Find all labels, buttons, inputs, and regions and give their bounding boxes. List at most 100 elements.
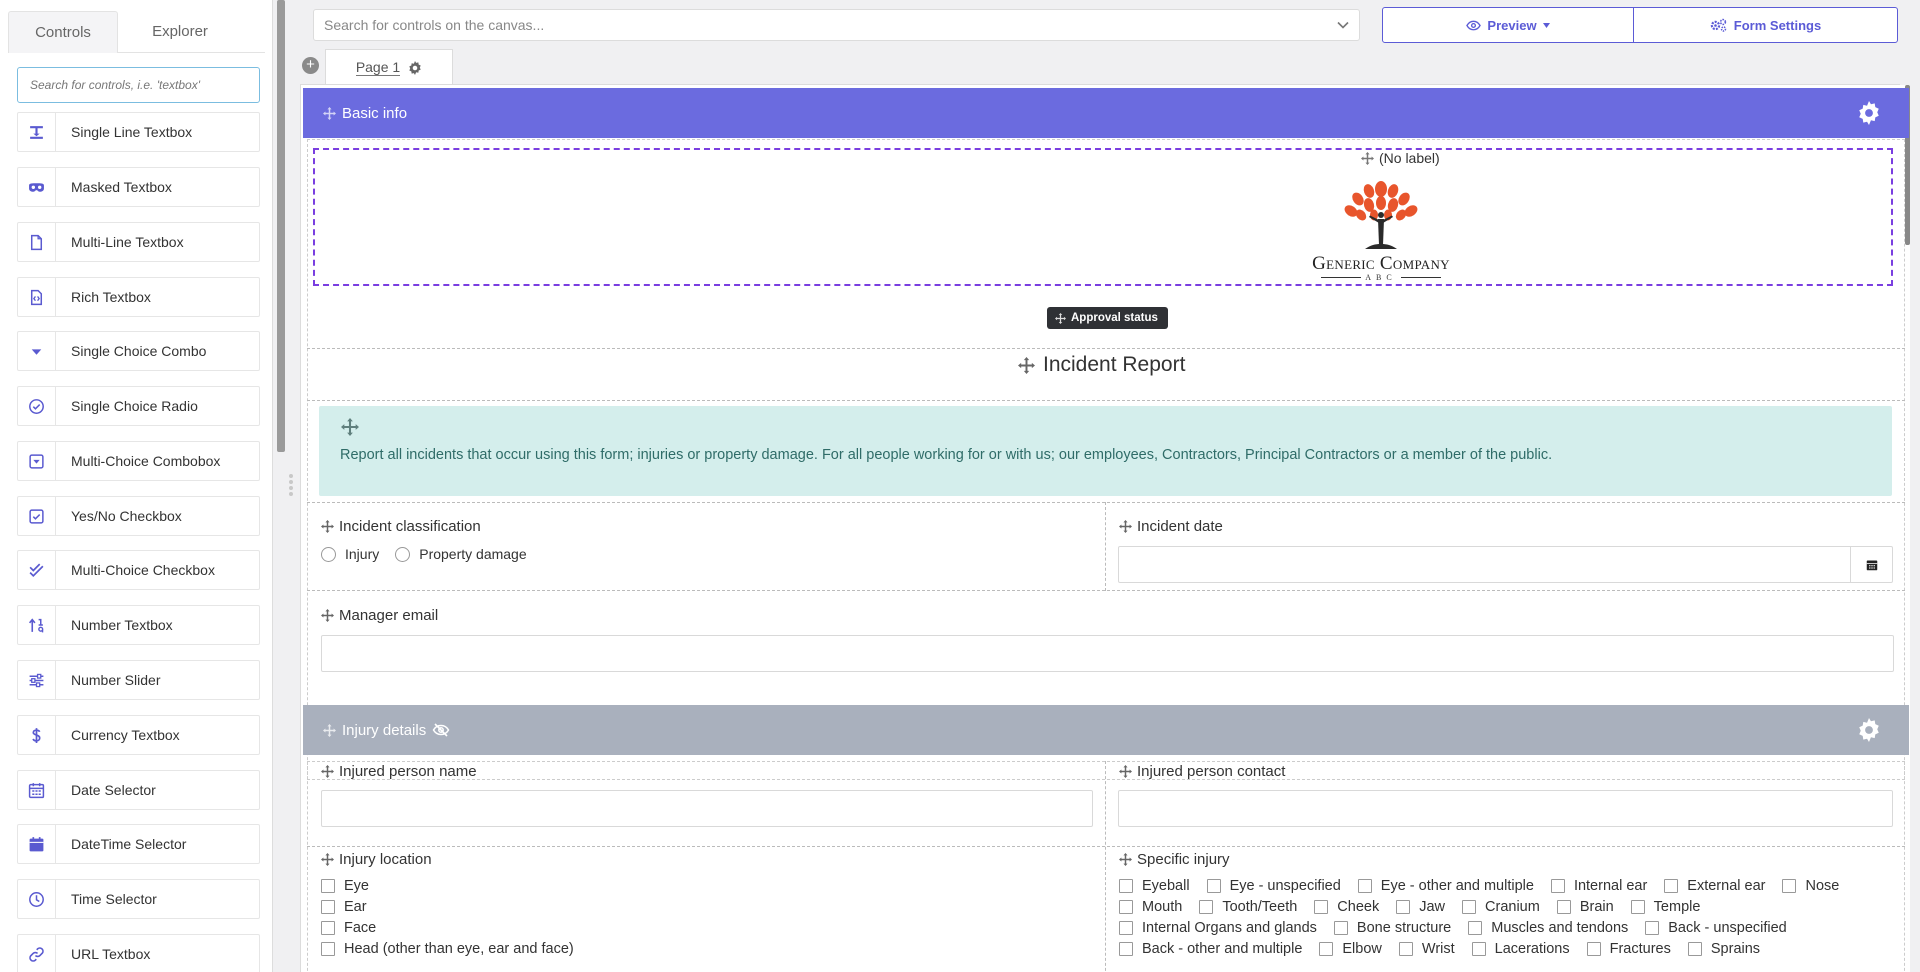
control-url-textbox[interactable]: URL Textbox [17,934,260,972]
incident-classification-radios: Injury Property damage [321,546,543,562]
control-time-selector[interactable]: Time Selector [17,879,260,919]
checkbox-external-ear[interactable]: External ear [1664,878,1765,894]
checkbox-internal-ear[interactable]: Internal ear [1550,878,1647,894]
panel-resize-handle[interactable] [288,472,294,502]
section-settings-gear-icon[interactable] [1857,101,1881,125]
caret-down-icon [18,332,56,370]
date-picker-button[interactable] [1850,547,1892,582]
checkbox-label: Brain [1579,899,1614,915]
radio-property-damage[interactable]: Property damage [395,546,527,562]
checkbox-back-unspecified[interactable]: Back - unspecified [1645,920,1787,936]
control-label: Single Line Textbox [71,124,193,140]
gear-icon[interactable] [408,60,422,75]
file-icon [18,223,56,261]
checkbox-temple[interactable]: Temple [1630,899,1700,915]
checkbox-lacerations[interactable]: Lacerations [1471,941,1570,957]
control-single-choice-combo[interactable]: Single Choice Combo [17,331,260,371]
move-handle-icon[interactable] [1018,356,1035,374]
checkbox-jaw[interactable]: Jaw [1396,899,1445,915]
checkbox-ear[interactable]: Ear [321,899,574,915]
checkbox-brain[interactable]: Brain [1556,899,1614,915]
add-page-button[interactable]: + [302,57,319,74]
control-currency-textbox[interactable]: Currency Textbox [17,715,260,755]
manager-email-input[interactable] [321,635,1894,672]
control-datetime-selector[interactable]: DateTime Selector [17,824,260,864]
section-header-basic-info[interactable]: Basic info [303,88,1909,138]
checkbox-bone-structure[interactable]: Bone structure [1333,920,1451,936]
checkbox-label: Back - unspecified [1668,920,1787,936]
move-handle-icon[interactable] [323,723,336,737]
control-multi-choice-checkbox[interactable]: Multi-Choice Checkbox [17,550,260,590]
move-handle-icon[interactable] [341,418,359,436]
checkbox-cranium[interactable]: Cranium [1462,899,1540,915]
image-control[interactable] [313,148,1893,286]
page-tab-label: Page 1 [355,59,401,76]
specific-injury-label: Specific injury [1119,851,1230,868]
panel-scrollbar[interactable] [277,0,285,452]
checkbox-eyeball[interactable]: Eyeball [1119,878,1190,894]
control-label: Multi-Line Textbox [71,234,184,250]
control-single-line-textbox[interactable]: Single Line Textbox [17,112,260,152]
checkbox-fractures[interactable]: Fractures [1586,941,1671,957]
checkbox-eye-unspecified[interactable]: Eye - unspecified [1206,878,1341,894]
canvas-search-input[interactable]: Search for controls on the canvas... [313,9,1360,41]
move-handle-icon[interactable] [1361,151,1374,165]
checkbox-tooth[interactable]: Tooth/Teeth [1199,899,1297,915]
move-handle-icon[interactable] [1119,765,1132,778]
move-handle-icon[interactable] [321,765,334,778]
tab-explorer[interactable]: Explorer [120,11,240,53]
checkbox-face[interactable]: Face [321,920,574,936]
checkbox-label: Eye - unspecified [1229,878,1341,894]
move-handle-icon[interactable] [1119,853,1132,866]
checkbox-label: Ear [344,899,367,915]
control-masked-textbox[interactable]: Masked Textbox [17,167,260,207]
control-date-selector[interactable]: Date Selector [17,770,260,810]
code-file-icon [18,278,56,316]
control-single-choice-radio[interactable]: Single Choice Radio [17,386,260,426]
checkbox-internal-organs[interactable]: Internal Organs and glands [1119,920,1317,936]
control-yes-no-checkbox[interactable]: Yes/No Checkbox [17,496,260,536]
control-number-slider[interactable]: Number Slider [17,660,260,700]
control-rich-textbox[interactable]: Rich Textbox [17,277,260,317]
form-heading[interactable]: Incident Report [1018,353,1185,377]
control-multi-line-textbox[interactable]: Multi-Line Textbox [17,222,260,262]
injured-person-contact-input[interactable] [1118,790,1893,827]
checkbox-muscles-tendons[interactable]: Muscles and tendons [1468,920,1628,936]
control-number-textbox[interactable]: Number Textbox [17,605,260,645]
checkbox-icon [18,497,56,535]
move-handle-icon[interactable] [1055,312,1066,324]
approval-status-badge[interactable]: Approval status [1047,307,1168,329]
checkbox-back-other[interactable]: Back - other and multiple [1119,941,1302,957]
checkbox-eye-other[interactable]: Eye - other and multiple [1357,878,1534,894]
checkbox-elbow[interactable]: Elbow [1319,941,1382,957]
tab-page-1[interactable]: Page 1 [325,49,453,85]
checkbox-eye[interactable]: Eye [321,878,574,894]
checkbox-mouth[interactable]: Mouth [1119,899,1182,915]
controls-search-input[interactable] [17,67,260,103]
checkbox-nose[interactable]: Nose [1782,878,1839,894]
checkbox-head[interactable]: Head (other than eye, ear and face) [321,941,574,957]
move-handle-icon[interactable] [321,609,334,622]
checkbox-sprains[interactable]: Sprains [1687,941,1760,957]
column-divider [1105,761,1106,972]
form-settings-button[interactable]: Form Settings [1633,7,1898,43]
incident-date-input[interactable] [1118,546,1893,583]
radio-injury[interactable]: Injury [321,546,379,562]
move-handle-icon[interactable] [1119,520,1132,533]
section-header-injury-details[interactable]: Injury details [303,705,1909,755]
move-handle-icon[interactable] [321,520,334,533]
injured-person-contact-label: Injured person contact [1119,763,1285,780]
move-handle-icon[interactable] [323,106,336,120]
info-box[interactable]: Report all incidents that occur using th… [319,406,1892,496]
checkbox-label: Cranium [1485,899,1540,915]
checkbox-cheek[interactable]: Cheek [1314,899,1379,915]
control-label: Masked Textbox [71,179,172,195]
injured-person-name-input[interactable] [321,790,1093,827]
section-settings-gear-icon[interactable] [1857,718,1881,742]
move-handle-icon[interactable] [321,853,334,866]
preview-button[interactable]: Preview [1382,7,1634,43]
checkbox-wrist[interactable]: Wrist [1398,941,1455,957]
control-multi-choice-combobox[interactable]: Multi-Choice Combobox [17,441,260,481]
label-text: Incident date [1137,518,1223,535]
tab-controls[interactable]: Controls [8,11,118,53]
